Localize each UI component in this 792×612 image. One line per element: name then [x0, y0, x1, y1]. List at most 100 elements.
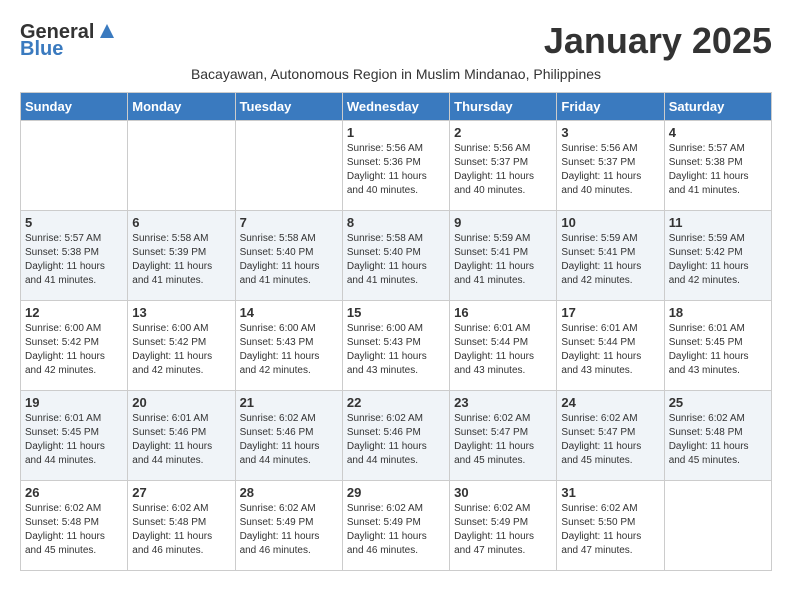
- calendar-cell: 29 Sunrise: 6:02 AMSunset: 5:49 PMDayligh…: [342, 481, 449, 571]
- weekday-header-tuesday: Tuesday: [235, 93, 342, 121]
- day-number: 13: [132, 305, 230, 320]
- weekday-header-sunday: Sunday: [21, 93, 128, 121]
- weekday-header-saturday: Saturday: [664, 93, 771, 121]
- day-info: Sunrise: 5:58 AMSunset: 5:40 PMDaylight:…: [240, 232, 338, 288]
- day-number: 23: [454, 395, 552, 410]
- calendar-cell: 15 Sunrise: 6:00 AMSunset: 5:43 PMDayligh…: [342, 301, 449, 391]
- calendar-cell: 2Sunrise: 5:56 AMSunset: 5:37 PMDaylight…: [450, 121, 557, 211]
- day-info: Sunrise: 5:56 AMSunset: 5:36 PMDaylight:…: [347, 142, 445, 198]
- calendar-cell: 30Sunrise: 6:02 AMSunset: 5:49 PMDayligh…: [450, 481, 557, 571]
- day-info: Sunrise: 5:57 AMSunset: 5:38 PMDaylight:…: [669, 142, 767, 198]
- day-number: 28: [240, 485, 338, 500]
- day-info: Sunrise: 6:01 AMSunset: 5:45 PMDaylight:…: [669, 322, 767, 378]
- calendar-week-3: 12 Sunrise: 6:00 AMSunset: 5:42 PMDayligh…: [21, 301, 772, 391]
- day-number: 15: [347, 305, 445, 320]
- day-info: Sunrise: 5:56 AMSunset: 5:37 PMDaylight:…: [561, 142, 659, 198]
- calendar-cell: 5Sunrise: 5:57 AMSunset: 5:38 PMDaylight…: [21, 211, 128, 301]
- day-info: Sunrise: 6:01 AMSunset: 5:44 PMDaylight:…: [561, 322, 659, 378]
- calendar-cell: 17 Sunrise: 6:01 AMSunset: 5:44 PMDayligh…: [557, 301, 664, 391]
- day-info: Sunrise: 6:02 AMSunset: 5:47 PMDaylight:…: [454, 412, 552, 468]
- calendar-cell: 18 Sunrise: 6:01 AMSunset: 5:45 PMDayligh…: [664, 301, 771, 391]
- day-number: 12: [25, 305, 123, 320]
- calendar-cell: 16 Sunrise: 6:01 AMSunset: 5:44 PMDayligh…: [450, 301, 557, 391]
- day-number: 1: [347, 125, 445, 140]
- calendar-cell: [21, 121, 128, 211]
- calendar-cell: 3 Sunrise: 5:56 AMSunset: 5:37 PMDaylight…: [557, 121, 664, 211]
- day-info: Sunrise: 6:02 AMSunset: 5:49 PMDaylight:…: [347, 502, 445, 558]
- day-info: Sunrise: 6:02 AMSunset: 5:48 PMDaylight:…: [25, 502, 123, 558]
- calendar-cell: [128, 121, 235, 211]
- day-info: Sunrise: 6:02 AMSunset: 5:49 PMDaylight:…: [240, 502, 338, 558]
- day-number: 5: [25, 215, 123, 230]
- day-info: Sunrise: 6:01 AMSunset: 5:45 PMDaylight:…: [25, 412, 123, 468]
- day-number: 2: [454, 125, 552, 140]
- calendar-cell: 12 Sunrise: 6:00 AMSunset: 5:42 PMDayligh…: [21, 301, 128, 391]
- day-number: 20: [132, 395, 230, 410]
- day-number: 11: [669, 215, 767, 230]
- day-info: Sunrise: 6:00 AMSunset: 5:42 PMDaylight:…: [132, 322, 230, 378]
- day-number: 31: [561, 485, 659, 500]
- day-info: Sunrise: 6:02 AMSunset: 5:46 PMDaylight:…: [347, 412, 445, 468]
- calendar-cell: 9 Sunrise: 5:59 AMSunset: 5:41 PMDaylight…: [450, 211, 557, 301]
- calendar-cell: 21 Sunrise: 6:02 AMSunset: 5:46 PMDayligh…: [235, 391, 342, 481]
- calendar-cell: 7Sunrise: 5:58 AMSunset: 5:40 PMDaylight…: [235, 211, 342, 301]
- day-number: 17: [561, 305, 659, 320]
- day-info: Sunrise: 6:02 AMSunset: 5:49 PMDaylight:…: [454, 502, 552, 558]
- calendar-subtitle: Bacayawan, Autonomous Region in Muslim M…: [20, 66, 772, 82]
- day-info: Sunrise: 6:01 AMSunset: 5:46 PMDaylight:…: [132, 412, 230, 468]
- calendar-cell: 22 Sunrise: 6:02 AMSunset: 5:46 PMDayligh…: [342, 391, 449, 481]
- calendar-cell: 14 Sunrise: 6:00 AMSunset: 5:43 PMDayligh…: [235, 301, 342, 391]
- day-number: 18: [669, 305, 767, 320]
- day-info: Sunrise: 6:00 AMSunset: 5:43 PMDaylight:…: [240, 322, 338, 378]
- calendar-cell: 23 Sunrise: 6:02 AMSunset: 5:47 PMDayligh…: [450, 391, 557, 481]
- calendar-cell: [664, 481, 771, 571]
- day-number: 19: [25, 395, 123, 410]
- day-number: 9: [454, 215, 552, 230]
- day-info: Sunrise: 5:59 AMSunset: 5:42 PMDaylight:…: [669, 232, 767, 288]
- day-info: Sunrise: 6:02 AMSunset: 5:50 PMDaylight:…: [561, 502, 659, 558]
- day-info: Sunrise: 5:59 AMSunset: 5:41 PMDaylight:…: [454, 232, 552, 288]
- calendar-cell: 19 Sunrise: 6:01 AMSunset: 5:45 PMDayligh…: [21, 391, 128, 481]
- calendar-table: SundayMondayTuesdayWednesdayThursdayFrid…: [20, 92, 772, 571]
- calendar-cell: 11 Sunrise: 5:59 AMSunset: 5:42 PMDayligh…: [664, 211, 771, 301]
- calendar-cell: 27Sunrise: 6:02 AMSunset: 5:48 PMDayligh…: [128, 481, 235, 571]
- calendar-cell: 25Sunrise: 6:02 AMSunset: 5:48 PMDayligh…: [664, 391, 771, 481]
- calendar-cell: 20 Sunrise: 6:01 AMSunset: 5:46 PMDayligh…: [128, 391, 235, 481]
- weekday-header-friday: Friday: [557, 93, 664, 121]
- day-info: Sunrise: 6:02 AMSunset: 5:47 PMDaylight:…: [561, 412, 659, 468]
- calendar-week-2: 5Sunrise: 5:57 AMSunset: 5:38 PMDaylight…: [21, 211, 772, 301]
- weekday-header-row: SundayMondayTuesdayWednesdayThursdayFrid…: [21, 93, 772, 121]
- day-info: Sunrise: 6:00 AMSunset: 5:43 PMDaylight:…: [347, 322, 445, 378]
- calendar-cell: 24 Sunrise: 6:02 AMSunset: 5:47 PMDayligh…: [557, 391, 664, 481]
- day-info: Sunrise: 6:00 AMSunset: 5:42 PMDaylight:…: [25, 322, 123, 378]
- day-number: 6: [132, 215, 230, 230]
- day-number: 24: [561, 395, 659, 410]
- calendar-cell: 8 Sunrise: 5:58 AMSunset: 5:40 PMDaylight…: [342, 211, 449, 301]
- calendar-week-5: 26 Sunrise: 6:02 AMSunset: 5:48 PMDayligh…: [21, 481, 772, 571]
- weekday-header-wednesday: Wednesday: [342, 93, 449, 121]
- weekday-header-thursday: Thursday: [450, 93, 557, 121]
- day-number: 4: [669, 125, 767, 140]
- day-number: 14: [240, 305, 338, 320]
- calendar-cell: 1 Sunrise: 5:56 AMSunset: 5:36 PMDaylight…: [342, 121, 449, 211]
- day-number: 22: [347, 395, 445, 410]
- calendar-week-4: 19 Sunrise: 6:01 AMSunset: 5:45 PMDayligh…: [21, 391, 772, 481]
- day-info: Sunrise: 6:02 AMSunset: 5:46 PMDaylight:…: [240, 412, 338, 468]
- day-info: Sunrise: 6:02 AMSunset: 5:48 PMDaylight:…: [669, 412, 767, 468]
- calendar-week-1: 1 Sunrise: 5:56 AMSunset: 5:36 PMDaylight…: [21, 121, 772, 211]
- day-info: Sunrise: 5:58 AMSunset: 5:40 PMDaylight:…: [347, 232, 445, 288]
- day-number: 26: [25, 485, 123, 500]
- calendar-cell: 4 Sunrise: 5:57 AMSunset: 5:38 PMDaylight…: [664, 121, 771, 211]
- day-number: 8: [347, 215, 445, 230]
- day-number: 16: [454, 305, 552, 320]
- logo: General Blue: [20, 21, 118, 61]
- day-info: Sunrise: 6:01 AMSunset: 5:44 PMDaylight:…: [454, 322, 552, 378]
- day-info: Sunrise: 5:58 AMSunset: 5:39 PMDaylight:…: [132, 232, 230, 288]
- day-number: 10: [561, 215, 659, 230]
- day-number: 3: [561, 125, 659, 140]
- day-number: 29: [347, 485, 445, 500]
- logo-blue-text: Blue: [20, 38, 63, 61]
- day-number: 21: [240, 395, 338, 410]
- calendar-cell: [235, 121, 342, 211]
- weekday-header-monday: Monday: [128, 93, 235, 121]
